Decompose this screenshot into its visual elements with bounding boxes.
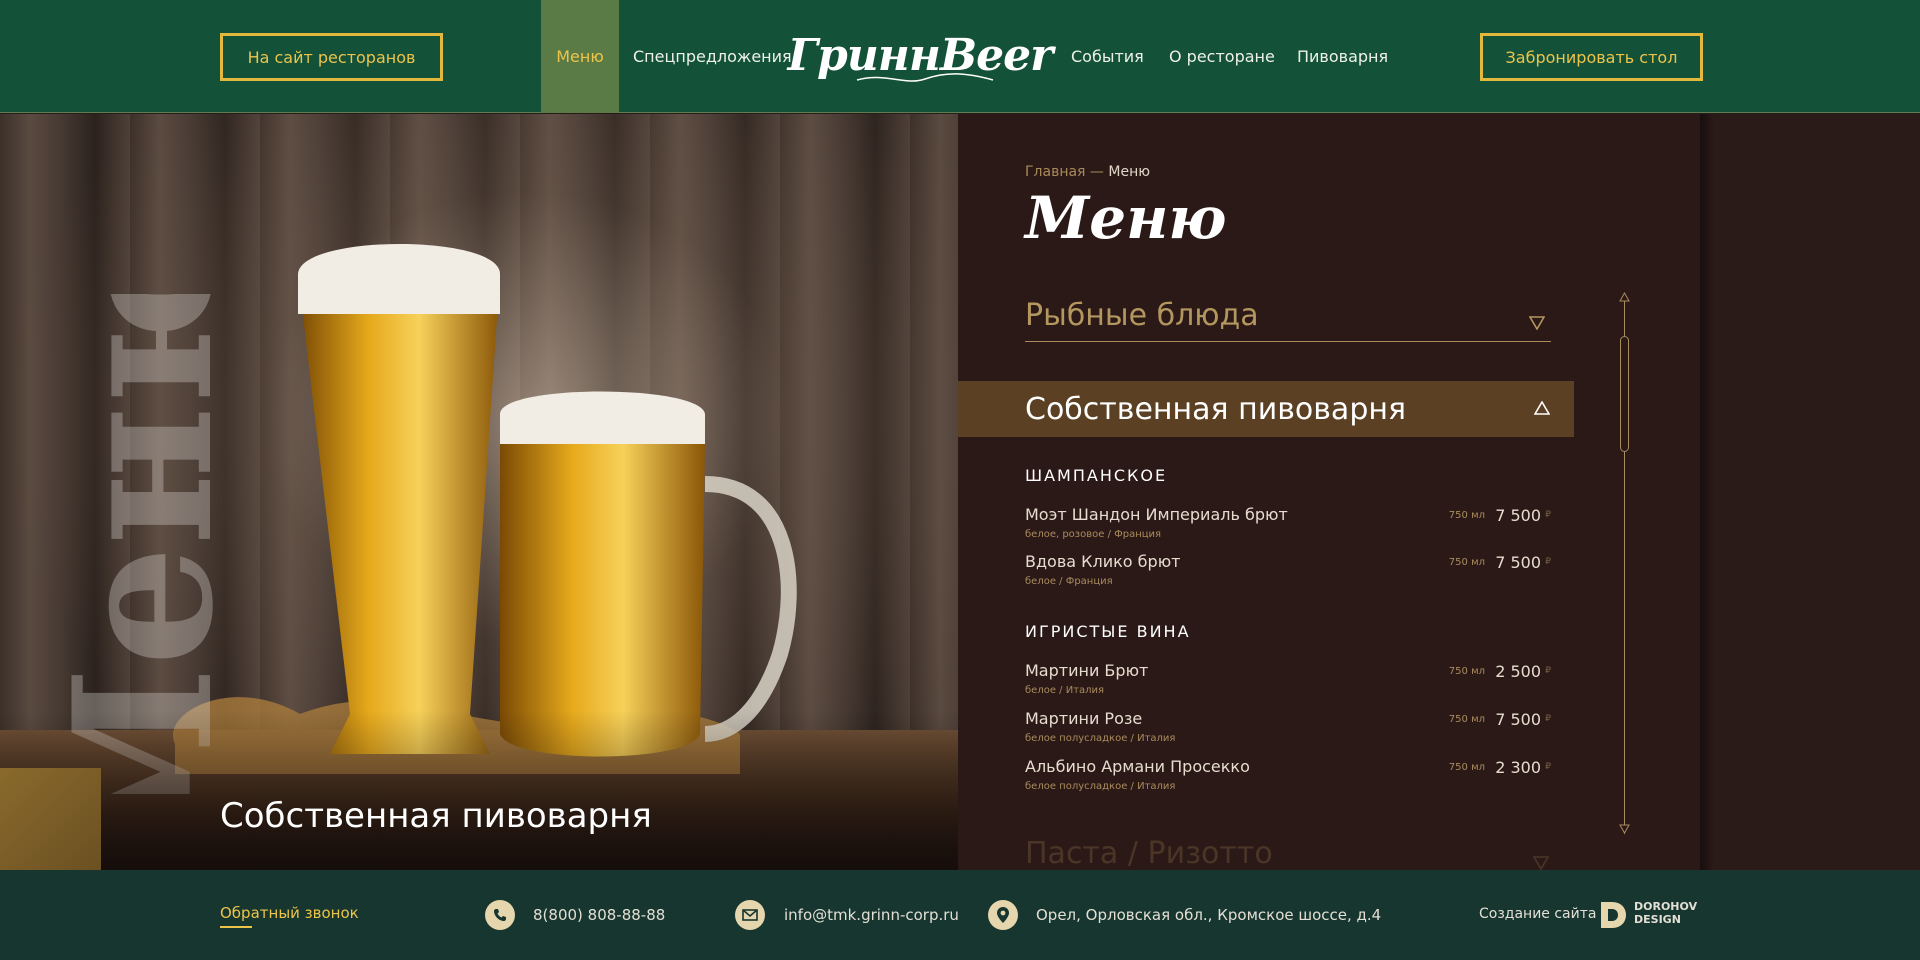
- menu-item[interactable]: Моэт Шандон Империаль брют белое, розово…: [1025, 505, 1551, 545]
- site-credit: Создание сайта -: [1479, 906, 1606, 922]
- menu-panel: Главная — Меню Меню Рыбные блюда Собстве…: [958, 114, 1700, 870]
- breadcrumb-home[interactable]: Главная: [1025, 164, 1085, 180]
- hero-caption: Собственная пивоварня: [220, 796, 652, 836]
- site-footer: Обратный звонок 8(800) 808-88-88 info@tm…: [0, 870, 1920, 960]
- nav-events[interactable]: События: [1071, 0, 1144, 113]
- studio-name-line2: DESIGN: [1634, 913, 1681, 926]
- category-pasta-label: Паста / Ризотто: [1025, 836, 1273, 870]
- item-description: белое / Италия: [1025, 685, 1105, 696]
- nav-about[interactable]: О ресторане: [1169, 0, 1275, 113]
- triangle-up-icon: [1534, 401, 1550, 415]
- nav-brewery[interactable]: Пивоварня: [1297, 0, 1388, 113]
- menu-item[interactable]: Альбино Армани Просекко белое полусладко…: [1025, 757, 1551, 797]
- footer-email[interactable]: info@tmk.grinn-corp.ru: [784, 906, 959, 924]
- item-price: 7 500: [1495, 710, 1541, 729]
- category-brewery[interactable]: Собственная пивоварня: [958, 381, 1574, 437]
- scroll-up-icon[interactable]: [1619, 292, 1630, 302]
- logo-flourish-icon: [856, 73, 994, 82]
- page-title: Меню: [1025, 184, 1227, 252]
- category-brewery-label: Собственная пивоварня: [1025, 391, 1407, 427]
- scroll-down-icon[interactable]: [1619, 824, 1630, 834]
- menu-item[interactable]: Вдова Клико брют белое / Франция 750 мл …: [1025, 552, 1551, 592]
- scrollbar-thumb[interactable]: [1620, 336, 1629, 452]
- breadcrumb-separator: —: [1085, 164, 1109, 180]
- breadcrumb: Главная — Меню: [1025, 164, 1150, 180]
- item-volume: 750 мл: [1448, 510, 1485, 521]
- hero-image: Меню Собственная пивоварня: [0, 114, 958, 870]
- category-fish-label: Рыбные блюда: [1025, 298, 1259, 333]
- triangle-down-icon: [1533, 856, 1549, 870]
- item-price: 2 300: [1495, 758, 1541, 777]
- studio-name[interactable]: DOROHOV DESIGN: [1634, 900, 1697, 926]
- nav-menu[interactable]: Меню: [541, 0, 619, 113]
- footer-address: Орел, Орловская обл., Кромское шоссе, д.…: [1036, 906, 1382, 924]
- menu-item[interactable]: Мартини Розе белое полусладкое / Италия …: [1025, 709, 1551, 749]
- section-title: ШАМПАНСКОЕ: [1025, 466, 1168, 485]
- phone-icon: [485, 900, 515, 930]
- restaurants-site-button[interactable]: На сайт ресторанов: [220, 33, 443, 81]
- item-volume: 750 мл: [1448, 557, 1485, 568]
- section-title: ИГРИСТЫЕ ВИНА: [1025, 622, 1191, 641]
- currency-icon: ₽: [1545, 762, 1551, 772]
- callback-link[interactable]: Обратный звонок: [220, 904, 359, 922]
- item-volume: 750 мл: [1448, 666, 1485, 677]
- item-price: 7 500: [1495, 553, 1541, 572]
- item-volume: 750 мл: [1448, 762, 1485, 773]
- triangle-down-icon: [1529, 316, 1545, 330]
- currency-icon: ₽: [1545, 714, 1551, 724]
- item-name: Моэт Шандон Империаль брют: [1025, 505, 1288, 524]
- item-description: белое, розовое / Франция: [1025, 529, 1162, 540]
- book-table-button[interactable]: Забронировать стол: [1480, 33, 1703, 81]
- callback-underline: [220, 926, 252, 928]
- location-icon: [988, 900, 1018, 930]
- nav-special-offers[interactable]: Спецпредложения: [633, 0, 792, 113]
- category-fish[interactable]: Рыбные блюда: [1025, 298, 1551, 342]
- item-description: белое полусладкое / Италия: [1025, 733, 1176, 744]
- item-price: 7 500: [1495, 506, 1541, 525]
- currency-icon: ₽: [1545, 510, 1551, 520]
- item-price: 2 500: [1495, 662, 1541, 681]
- hero-fade: [0, 710, 958, 870]
- breadcrumb-current: Меню: [1108, 164, 1151, 180]
- category-pasta[interactable]: Паста / Ризотто: [1025, 836, 1549, 870]
- currency-icon: ₽: [1545, 666, 1551, 676]
- item-description: белое / Франция: [1025, 576, 1113, 587]
- panel-shadow: [1700, 114, 1714, 870]
- item-description: белое полусладкое / Италия: [1025, 781, 1176, 792]
- item-name: Вдова Клико брют: [1025, 552, 1181, 571]
- right-background: [1700, 114, 1920, 870]
- decorative-gold-block: [0, 768, 101, 870]
- footer-phone[interactable]: 8(800) 808-88-88: [533, 906, 665, 924]
- menu-item[interactable]: Мартини Брют белое / Италия 750 мл 2 500…: [1025, 661, 1551, 701]
- item-name: Альбино Армани Просекко: [1025, 757, 1250, 776]
- currency-icon: ₽: [1545, 557, 1551, 567]
- item-name: Мартини Розе: [1025, 709, 1143, 728]
- item-name: Мартини Брют: [1025, 661, 1149, 680]
- dorohov-design-logo[interactable]: [1598, 900, 1628, 930]
- mail-icon: [735, 900, 765, 930]
- site-header: На сайт ресторанов Меню Спецпредложения …: [0, 0, 1920, 113]
- item-volume: 750 мл: [1448, 714, 1485, 725]
- studio-name-line1: DOROHOV: [1634, 900, 1698, 913]
